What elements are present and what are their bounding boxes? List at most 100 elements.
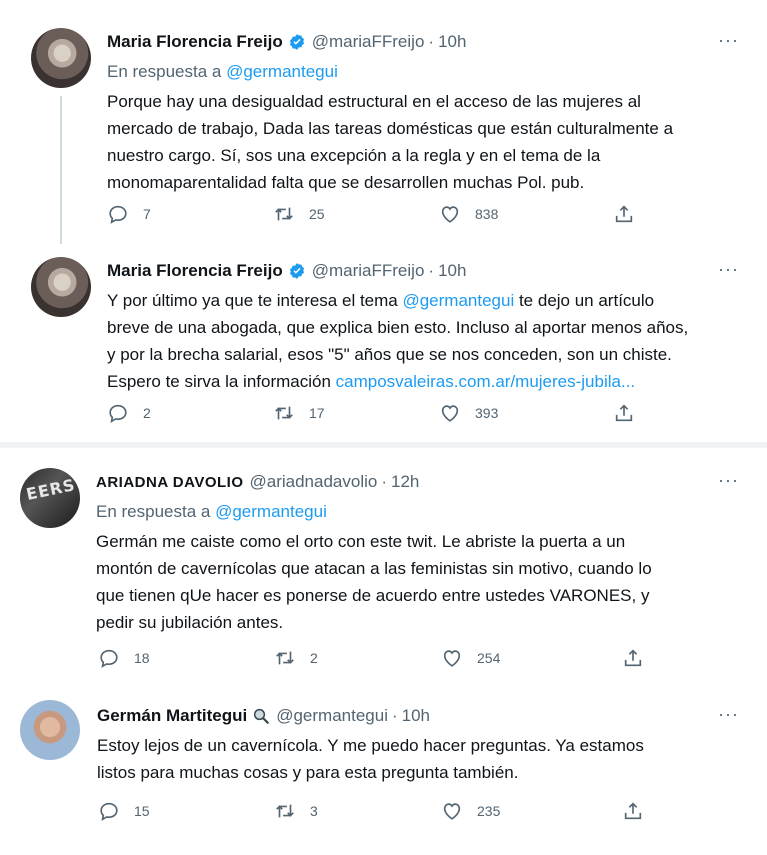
retweet-button[interactable]: 25 <box>273 203 325 225</box>
tweet-text-line: monomaparentalidad falta que se desarrol… <box>107 173 585 192</box>
reply-button[interactable]: 18 <box>98 647 150 669</box>
action-bar: 18 2 254 <box>98 647 643 671</box>
reply-context: En respuesta a @germantegui <box>96 502 327 522</box>
article-link[interactable]: camposvaleiras.com.ar/mujeres-jubila... <box>336 372 636 391</box>
reply-prefix: En respuesta a <box>96 502 211 521</box>
avatar[interactable] <box>31 28 91 88</box>
avatar[interactable] <box>20 700 80 760</box>
tweet-text-line: nuestro cargo. Sí, sos una excepción a l… <box>107 146 601 165</box>
user-handle[interactable]: @ariadnadavolio <box>250 472 378 492</box>
tweet-text-line: breve de una abogada, que explica bien e… <box>107 318 689 337</box>
share-icon <box>624 649 642 667</box>
tweet-header: ARIADNA DAVOLIO @ariadnadavolio · 12h <box>96 472 419 492</box>
tweet-text-line: y por la brecha salarial, esos "5" años … <box>107 345 672 364</box>
share-button[interactable] <box>613 203 635 225</box>
reply-count: 18 <box>134 650 150 666</box>
heart-icon <box>441 405 459 422</box>
retweet-count: 25 <box>309 206 325 222</box>
text-segment: Y por último ya que te interesa el tema <box>107 291 403 310</box>
retweet-count: 17 <box>309 405 325 421</box>
retweet-button[interactable]: 3 <box>274 800 318 822</box>
tweet-4[interactable]: Germán Martitegui @germantegui · 10h ···… <box>0 690 767 855</box>
share-icon <box>615 205 633 223</box>
avatar[interactable]: EERS <box>20 468 80 528</box>
like-button[interactable]: 393 <box>439 402 498 424</box>
tweet-text-line: Estoy lejos de un cavernícola. Y me pued… <box>97 736 644 755</box>
share-icon <box>615 404 633 422</box>
heart-icon <box>443 803 461 820</box>
avatar[interactable] <box>31 257 91 317</box>
tweet-header: Maria Florencia Freijo @mariaFFreijo · 1… <box>107 261 466 281</box>
tweet-text-line: que tienen qUe hacer es ponerse de acuer… <box>96 586 650 605</box>
display-name[interactable]: Maria Florencia Freijo <box>107 32 283 52</box>
like-count: 235 <box>477 803 501 819</box>
tweet-text: Y por último ya que te interesa el tema … <box>107 287 757 395</box>
tweet-2[interactable]: Maria Florencia Freijo @mariaFFreijo · 1… <box>0 245 767 440</box>
reply-icon <box>109 205 127 224</box>
share-button[interactable] <box>622 647 644 669</box>
like-count: 254 <box>477 650 501 666</box>
magnifier-icon <box>254 708 270 724</box>
text-segment: te dejo un artículo <box>514 291 655 310</box>
more-options-icon[interactable]: ··· <box>718 470 739 491</box>
retweet-button[interactable]: 17 <box>273 402 325 424</box>
heart-icon <box>441 206 459 223</box>
share-button[interactable] <box>613 402 635 424</box>
tweet-text: Estoy lejos de un cavernícola. Y me pued… <box>97 732 747 786</box>
tweet-3[interactable]: EERS ARIADNA DAVOLIO @ariadnadavolio · 1… <box>0 448 767 680</box>
verified-badge-icon <box>289 263 304 279</box>
reply-mention-link[interactable]: @germantegui <box>215 502 327 521</box>
action-bar: 2 17 393 <box>107 402 637 426</box>
retweet-icon <box>275 207 293 221</box>
thread-connector <box>60 96 62 244</box>
timestamp[interactable]: 12h <box>391 472 419 492</box>
share-button[interactable] <box>622 800 644 822</box>
reply-button[interactable]: 15 <box>98 800 150 822</box>
tweet-header: Maria Florencia Freijo @mariaFFreijo · 1… <box>107 32 466 52</box>
tweet-text-line: pedir su jubilación antes. <box>96 613 284 632</box>
tweet-text: Porque hay una desigualdad estructural e… <box>107 88 757 196</box>
separator-dot: · <box>428 261 435 280</box>
timestamp[interactable]: 10h <box>438 32 466 52</box>
reply-button[interactable]: 2 <box>107 402 151 424</box>
display-name[interactable]: Maria Florencia Freijo <box>107 261 283 281</box>
retweet-button[interactable]: 2 <box>274 647 318 669</box>
reply-icon <box>100 649 118 668</box>
tweet-1[interactable]: Maria Florencia Freijo @mariaFFreijo · 1… <box>0 0 767 244</box>
display-name[interactable]: Germán Martitegui <box>97 706 247 726</box>
display-name[interactable]: ARIADNA DAVOLIO <box>96 474 244 491</box>
action-bar: 7 25 838 <box>107 203 637 227</box>
like-button[interactable]: 838 <box>439 203 498 225</box>
tweet-text-line: Porque hay una desigualdad estructural e… <box>107 92 641 111</box>
timestamp[interactable]: 10h <box>402 706 430 726</box>
user-handle[interactable]: @mariaFFreijo <box>312 261 425 281</box>
tweet-text-line: listos para muchas cosas y para esta pre… <box>97 763 519 782</box>
like-button[interactable]: 235 <box>441 800 500 822</box>
retweet-icon <box>275 406 293 420</box>
reply-count: 2 <box>143 405 151 421</box>
reply-button[interactable]: 7 <box>107 203 151 225</box>
tweet-text: Germán me caiste como el orto con este t… <box>96 528 746 636</box>
separator-dot: · <box>391 706 398 725</box>
user-handle[interactable]: @mariaFFreijo <box>312 32 425 52</box>
reply-prefix: En respuesta a <box>107 62 222 81</box>
timestamp[interactable]: 10h <box>438 261 466 281</box>
reply-mention-link[interactable]: @germantegui <box>226 62 338 81</box>
like-count: 393 <box>475 405 499 421</box>
retweet-count: 2 <box>310 650 318 666</box>
more-options-icon[interactable]: ··· <box>718 30 739 51</box>
separator-dot: · <box>381 472 388 491</box>
more-options-icon[interactable]: ··· <box>718 704 739 725</box>
reply-count: 15 <box>134 803 150 819</box>
retweet-icon <box>276 804 294 818</box>
mention-link[interactable]: @germantegui <box>402 291 514 310</box>
like-button[interactable]: 254 <box>441 647 500 669</box>
tweet-text-line: Espero te sirva la información camposval… <box>107 368 757 395</box>
verified-badge-icon <box>289 34 304 50</box>
reply-icon <box>100 802 118 821</box>
more-options-icon[interactable]: ··· <box>718 259 739 280</box>
like-count: 838 <box>475 206 499 222</box>
reply-icon <box>109 404 127 423</box>
retweet-count: 3 <box>310 803 318 819</box>
user-handle[interactable]: @germantegui <box>276 706 388 726</box>
